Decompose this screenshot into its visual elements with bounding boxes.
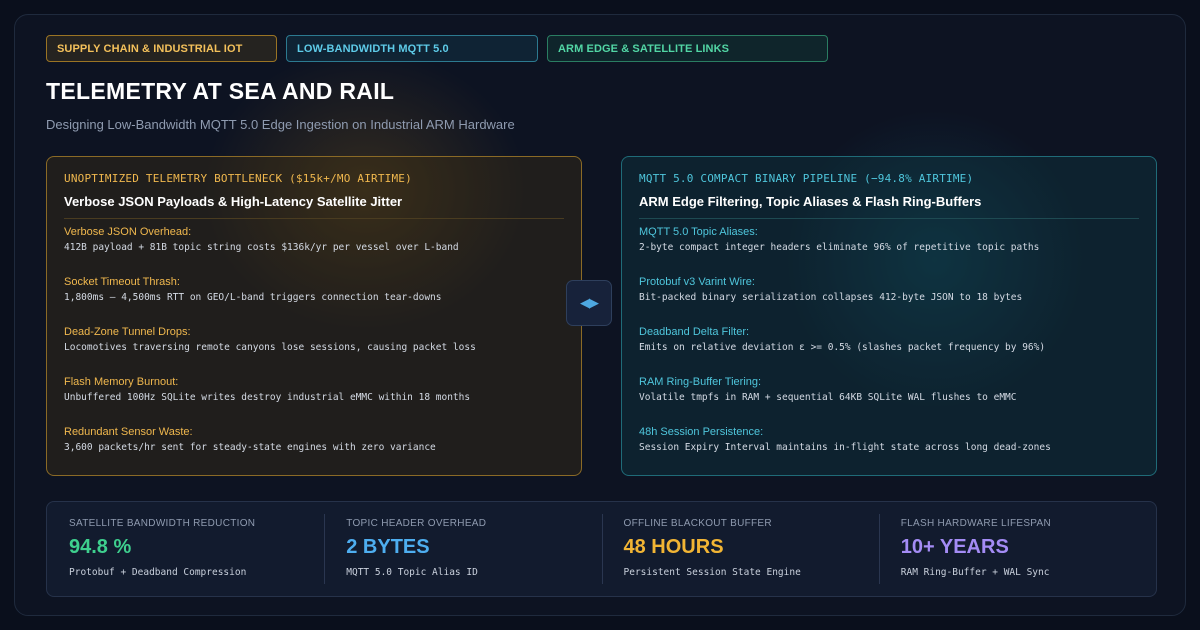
panel-heading: ARM Edge Filtering, Topic Aliases & Flas… (639, 194, 982, 209)
stat-bandwidth: SATELLITE BANDWIDTH REDUCTION 94.8 % Pro… (47, 502, 324, 596)
stat-value: 48 HOURS (623, 536, 724, 558)
stat-caption: RAM Ring-Buffer + WAL Sync (900, 567, 1050, 578)
list-item: Socket Timeout Thrash: 1,800ms – 4,500ms… (64, 276, 564, 321)
item-label: MQTT 5.0 Topic Aliases: (639, 226, 758, 238)
item-label: RAM Ring-Buffer Tiering: (639, 376, 762, 388)
card-frame: SUPPLY CHAIN & INDUSTRIAL IOT LOW-BANDWI… (14, 14, 1186, 616)
item-label: Flash Memory Burnout: (64, 376, 179, 388)
list-item: Deadband Delta Filter: Emits on relative… (639, 326, 1139, 371)
tag-row: SUPPLY CHAIN & INDUSTRIAL IOT LOW-BANDWI… (46, 35, 828, 62)
stat-caption: MQTT 5.0 Topic Alias ID (346, 567, 478, 578)
panel-kicker: MQTT 5.0 COMPACT BINARY PIPELINE (−94.8%… (639, 172, 974, 185)
stat-label: OFFLINE BLACKOUT BUFFER (623, 518, 772, 529)
item-label: 48h Session Persistence: (639, 426, 764, 438)
stat-value: 2 BYTES (346, 536, 430, 558)
list-item: MQTT 5.0 Topic Aliases: 2-byte compact i… (639, 226, 1139, 271)
item-desc: Session Expiry Interval maintains in-fli… (639, 442, 1051, 453)
item-label: Dead-Zone Tunnel Drops: (64, 326, 191, 338)
tag-mqtt: LOW-BANDWIDTH MQTT 5.0 (286, 35, 538, 62)
item-desc: Unbuffered 100Hz SQLite writes destroy i… (64, 392, 471, 403)
item-desc: Volatile tmpfs in RAM + sequential 64KB … (639, 392, 1017, 403)
stat-value: 10+ YEARS (900, 536, 1009, 558)
list-item: Redundant Sensor Waste: 3,600 packets/hr… (64, 426, 564, 471)
compare-arrows-icon: ◀▶ (566, 280, 612, 326)
item-label: Deadband Delta Filter: (639, 326, 750, 338)
list-item: RAM Ring-Buffer Tiering: Volatile tmpfs … (639, 376, 1139, 421)
stat-value: 94.8 % (69, 536, 132, 558)
item-label: Socket Timeout Thrash: (64, 276, 180, 288)
item-label: Verbose JSON Overhead: (64, 226, 192, 238)
divider (639, 218, 1139, 219)
stat-blackout-buffer: OFFLINE BLACKOUT BUFFER 48 HOURS Persist… (601, 502, 879, 596)
divider (64, 218, 564, 219)
item-desc: Locomotives traversing remote canyons lo… (64, 342, 476, 353)
item-desc: 412B payload + 81B topic string costs $1… (64, 242, 459, 253)
item-desc: Emits on relative deviation ε >= 0.5% (s… (639, 342, 1046, 353)
item-desc: 1,800ms – 4,500ms RTT on GEO/L-band trig… (64, 292, 442, 303)
list-item: Dead-Zone Tunnel Drops: Locomotives trav… (64, 326, 564, 371)
stat-label: SATELLITE BANDWIDTH REDUCTION (69, 518, 256, 529)
item-desc: 2-byte compact integer headers eliminate… (639, 242, 1040, 253)
stats-bar: SATELLITE BANDWIDTH REDUCTION 94.8 % Pro… (46, 501, 1157, 597)
page-subtitle: Designing Low-Bandwidth MQTT 5.0 Edge In… (46, 117, 515, 132)
pipeline-panel: MQTT 5.0 COMPACT BINARY PIPELINE (−94.8%… (621, 156, 1157, 476)
list-item: 48h Session Persistence: Session Expiry … (639, 426, 1139, 471)
list-item: Verbose JSON Overhead: 412B payload + 81… (64, 226, 564, 271)
stat-caption: Protobuf + Deadband Compression (69, 567, 247, 578)
stat-caption: Persistent Session State Engine (623, 567, 801, 578)
stat-label: FLASH HARDWARE LIFESPAN (900, 518, 1052, 529)
bottleneck-panel: UNOPTIMIZED TELEMETRY BOTTLENECK ($15k+/… (46, 156, 582, 476)
page-title: TELEMETRY AT SEA AND RAIL (46, 78, 395, 104)
list-item: Protobuf v3 Varint Wire: Bit-packed bina… (639, 276, 1139, 321)
tag-supply-chain: SUPPLY CHAIN & INDUSTRIAL IOT (46, 35, 277, 62)
list-item: Flash Memory Burnout: Unbuffered 100Hz S… (64, 376, 564, 421)
panel-heading: Verbose JSON Payloads & High-Latency Sat… (64, 194, 403, 209)
stat-flash-lifespan: FLASH HARDWARE LIFESPAN 10+ YEARS RAM Ri… (878, 502, 1156, 596)
item-desc: Bit-packed binary serialization collapse… (639, 292, 1023, 303)
stat-topic-header: TOPIC HEADER OVERHEAD 2 BYTES MQTT 5.0 T… (324, 502, 601, 596)
item-desc: 3,600 packets/hr sent for steady-state e… (64, 442, 436, 453)
item-label: Protobuf v3 Varint Wire: (639, 276, 755, 288)
stat-label: TOPIC HEADER OVERHEAD (346, 518, 487, 529)
item-label: Redundant Sensor Waste: (64, 426, 193, 438)
panel-kicker: UNOPTIMIZED TELEMETRY BOTTLENECK ($15k+/… (64, 172, 412, 185)
tag-arm-edge: ARM EDGE & SATELLITE LINKS (547, 35, 828, 62)
